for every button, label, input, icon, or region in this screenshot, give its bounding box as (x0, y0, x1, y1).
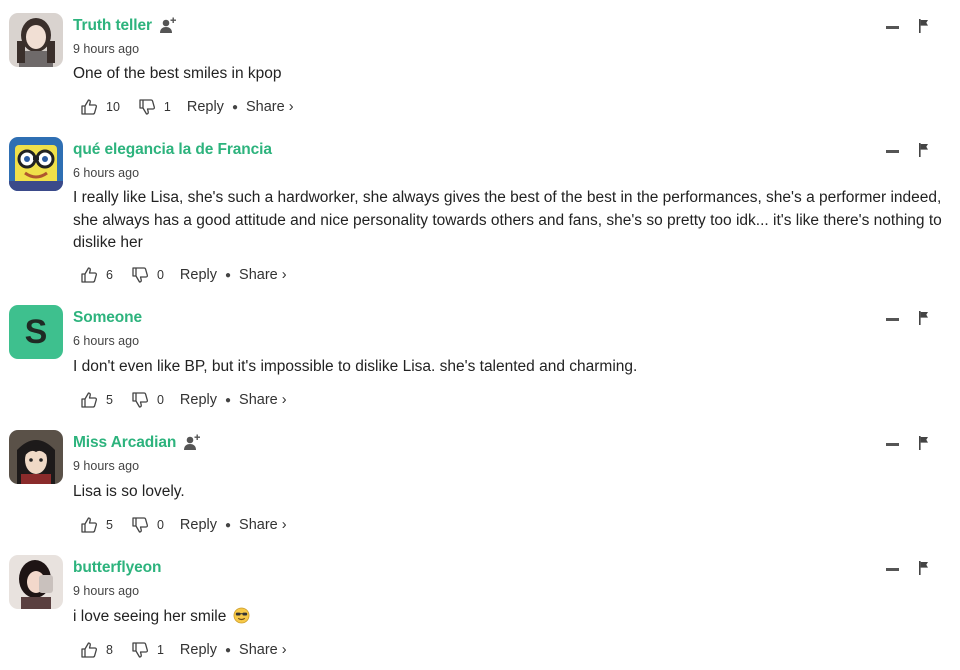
reply-button[interactable]: Reply (180, 517, 217, 533)
collapse-icon[interactable] (886, 318, 899, 321)
timestamp: 9 hours ago (73, 584, 140, 598)
thumbs-up-icon[interactable] (80, 266, 98, 284)
username[interactable]: qué elegancia la de Francia (73, 141, 272, 159)
collapse-icon[interactable] (886, 26, 899, 29)
username[interactable]: butterflyeon (73, 559, 161, 577)
flag-icon[interactable] (918, 311, 930, 325)
thumbs-up-icon[interactable] (80, 98, 98, 116)
comment-text: Lisa is so lovely. (73, 483, 185, 500)
timestamp: 9 hours ago (73, 42, 140, 56)
like-count: 5 (106, 518, 113, 532)
collapse-icon[interactable] (886, 443, 899, 446)
avatar[interactable] (9, 430, 63, 484)
username-row: Truth teller (73, 15, 177, 37)
avatar[interactable] (9, 137, 63, 191)
separator-dot: ● (224, 269, 232, 281)
separator-dot: ● (231, 101, 238, 113)
share-button[interactable]: Share › (239, 392, 287, 408)
follow-user-icon[interactable] (183, 434, 201, 452)
avatar-photo (9, 555, 63, 609)
thumbs-down-icon[interactable] (138, 98, 156, 116)
share-button[interactable]: Share › (239, 517, 287, 533)
separator-dot: ● (224, 519, 232, 531)
like-count: 8 (106, 643, 113, 657)
avatar-cartoon (9, 137, 63, 191)
avatar[interactable] (9, 555, 63, 609)
share-button[interactable]: Share › (239, 642, 287, 658)
username[interactable]: Someone (73, 309, 142, 327)
flag-icon[interactable] (918, 19, 930, 33)
like-count: 6 (106, 268, 113, 282)
comment-actions: 5 0 Reply ● Share › (80, 389, 287, 411)
timestamp: 6 hours ago (73, 166, 140, 180)
comment-text: One of the best smiles in kpop (73, 65, 282, 82)
thumbs-down-icon[interactable] (131, 516, 149, 534)
collapse-icon[interactable] (886, 568, 899, 571)
dislike-count: 0 (156, 268, 164, 282)
username-row: Miss Arcadian (73, 432, 201, 454)
follow-user-icon[interactable] (159, 17, 177, 35)
username-row: qué elegancia la de Francia (73, 139, 272, 161)
timestamp: 6 hours ago (73, 334, 140, 348)
collapse-icon[interactable] (886, 150, 899, 153)
thumbs-up-icon[interactable] (80, 391, 98, 409)
thumbs-up-icon[interactable] (80, 641, 98, 659)
timestamp: 9 hours ago (73, 459, 140, 473)
like-count: 10 (106, 100, 120, 114)
separator-dot: ● (224, 644, 232, 656)
avatar-anime (9, 430, 63, 484)
comment-text-wrap: i love seeing her smile (73, 606, 953, 629)
avatar[interactable] (9, 13, 63, 67)
avatar[interactable]: S (9, 305, 63, 359)
reply-button[interactable]: Reply (180, 392, 217, 408)
share-button[interactable]: Share › (246, 99, 294, 115)
comment-text: i love seeing her smile (73, 608, 227, 625)
comment-text: I don't even like BP, but it's impossibl… (73, 358, 638, 375)
comment-text: I really like Lisa, she's such a hardwor… (73, 189, 942, 251)
thumbs-down-icon[interactable] (131, 641, 149, 659)
dislike-count: 0 (156, 393, 164, 407)
smiling-face-with-sunglasses-icon (233, 607, 250, 624)
reply-button[interactable]: Reply (187, 99, 224, 115)
comment-actions: 6 0 Reply ● Share › (80, 264, 287, 286)
reply-button[interactable]: Reply (180, 642, 217, 658)
like-count: 5 (106, 393, 113, 407)
dislike-count: 0 (156, 518, 164, 532)
comment-actions: 10 1 Reply ● Share › (80, 96, 294, 118)
thumbs-down-icon[interactable] (131, 391, 149, 409)
username-row: Someone (73, 307, 142, 329)
flag-icon[interactable] (918, 436, 930, 450)
thumbs-down-icon[interactable] (131, 266, 149, 284)
dislike-count: 1 (163, 100, 171, 114)
username[interactable]: Truth teller (73, 17, 152, 35)
flag-icon[interactable] (918, 561, 930, 575)
comment-actions: 8 1 Reply ● Share › (80, 639, 287, 661)
separator-dot: ● (224, 394, 232, 406)
comment-actions: 5 0 Reply ● Share › (80, 514, 287, 536)
reply-button[interactable]: Reply (180, 267, 217, 283)
share-button[interactable]: Share › (239, 267, 287, 283)
dislike-count: 1 (156, 643, 164, 657)
flag-icon[interactable] (918, 143, 930, 157)
thumbs-up-icon[interactable] (80, 516, 98, 534)
avatar-photo (9, 13, 63, 67)
username[interactable]: Miss Arcadian (73, 434, 176, 452)
username-row: butterflyeon (73, 557, 161, 579)
